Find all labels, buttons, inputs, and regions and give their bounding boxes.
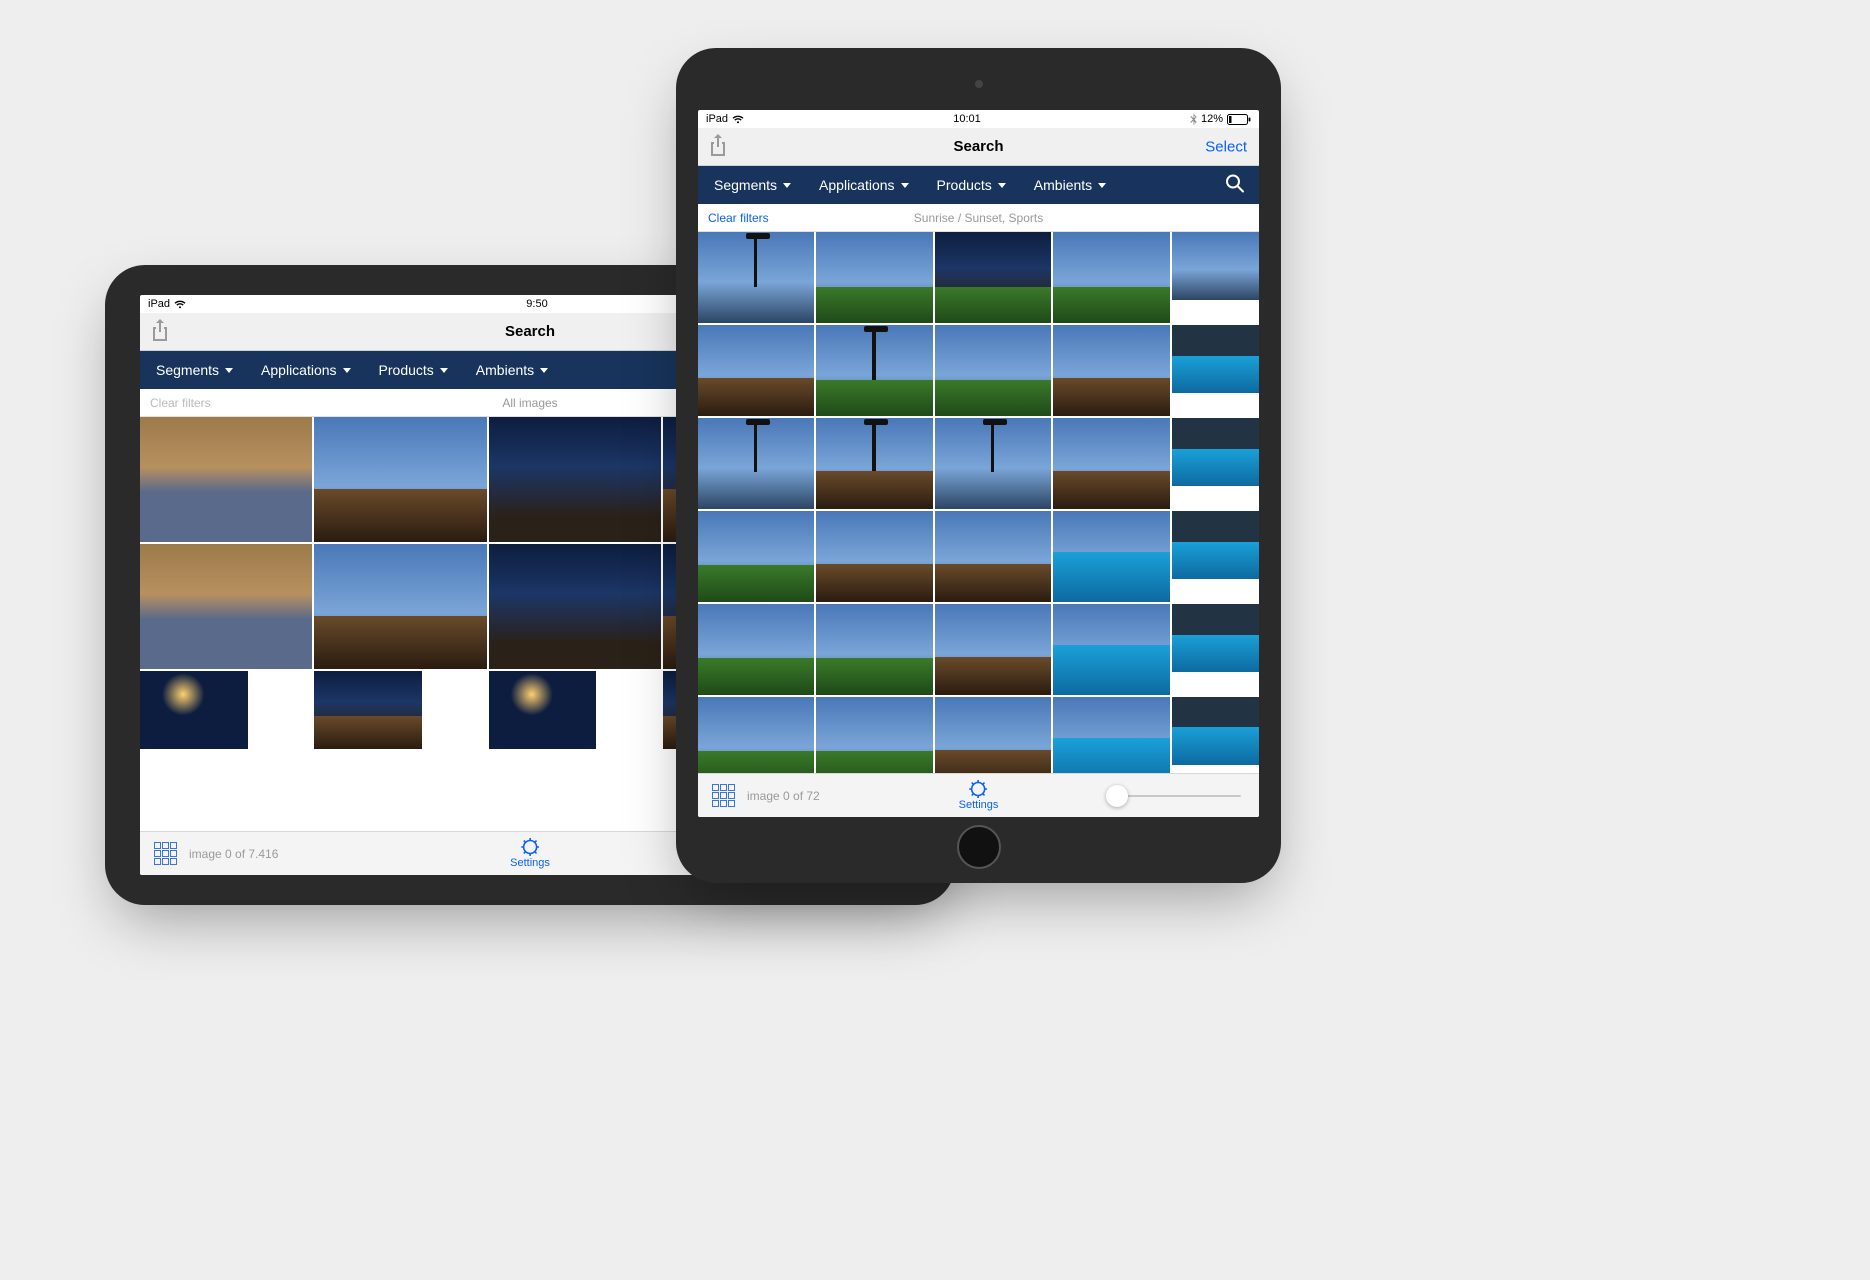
grid-image[interactable] xyxy=(935,418,1051,509)
screen-portrait: iPad 10:01 12% Search Select Segments xyxy=(698,110,1259,817)
clock: 10:01 xyxy=(953,113,981,125)
settings-label: Settings xyxy=(959,799,999,811)
battery-icon xyxy=(1227,114,1251,125)
share-icon[interactable] xyxy=(150,318,170,346)
image-grid xyxy=(698,232,1259,773)
grid-image[interactable] xyxy=(489,417,661,542)
nav-bar: Search Select xyxy=(698,128,1259,166)
clear-filters-button[interactable]: Clear filters xyxy=(150,396,211,410)
grid-image[interactable] xyxy=(935,325,1051,416)
bottom-toolbar: image 0 of 72 Settings xyxy=(698,773,1259,817)
chevron-down-icon xyxy=(440,368,448,373)
grid-image[interactable] xyxy=(816,418,932,509)
grid-image[interactable] xyxy=(314,671,422,749)
grid-image[interactable] xyxy=(816,697,932,773)
zoom-slider[interactable] xyxy=(1111,795,1241,797)
filter-applications[interactable]: Applications xyxy=(261,362,351,378)
grid-image[interactable] xyxy=(1172,418,1259,486)
settings-button[interactable]: Settings xyxy=(959,780,999,811)
grid-image[interactable] xyxy=(489,671,597,749)
grid-image[interactable] xyxy=(698,325,814,416)
grid-image[interactable] xyxy=(1053,511,1169,602)
settings-button[interactable]: Settings xyxy=(510,838,550,869)
grid-size-icon[interactable] xyxy=(154,842,177,865)
grid-image[interactable] xyxy=(1053,325,1169,416)
grid-image[interactable] xyxy=(314,544,486,669)
filter-applications[interactable]: Applications xyxy=(819,177,909,193)
gear-icon xyxy=(521,838,539,856)
applied-filters-bar: Clear filters Sunrise / Sunset, Sports xyxy=(698,204,1259,232)
grid-image[interactable] xyxy=(1172,511,1259,579)
grid-image[interactable] xyxy=(698,418,814,509)
grid-image[interactable] xyxy=(1053,604,1169,695)
home-button[interactable] xyxy=(957,825,1001,869)
search-icon[interactable] xyxy=(1225,174,1245,197)
front-camera xyxy=(975,80,983,88)
device-label: iPad xyxy=(706,113,728,125)
grid-size-icon[interactable] xyxy=(712,784,735,807)
grid-image[interactable] xyxy=(935,697,1051,773)
bluetooth-icon xyxy=(1190,114,1197,125)
grid-image[interactable] xyxy=(1053,232,1169,323)
grid-image[interactable] xyxy=(816,604,932,695)
select-button[interactable]: Select xyxy=(1205,138,1247,155)
filter-ambients[interactable]: Ambients xyxy=(1034,177,1106,193)
grid-image[interactable] xyxy=(140,544,312,669)
chevron-down-icon xyxy=(783,183,791,188)
grid-image[interactable] xyxy=(1053,418,1169,509)
status-bar: iPad 10:01 12% xyxy=(698,110,1259,128)
grid-image[interactable] xyxy=(1172,604,1259,672)
grid-image[interactable] xyxy=(935,232,1051,323)
image-counter: image 0 of 7.416 xyxy=(189,847,278,861)
share-icon[interactable] xyxy=(708,133,728,161)
applied-filters-text: All images xyxy=(502,396,557,410)
grid-image[interactable] xyxy=(1172,697,1259,765)
filter-products[interactable]: Products xyxy=(937,177,1006,193)
grid-image[interactable] xyxy=(140,671,248,749)
wifi-icon xyxy=(732,115,744,124)
chevron-down-icon xyxy=(998,183,1006,188)
filter-products[interactable]: Products xyxy=(379,362,448,378)
grid-image[interactable] xyxy=(698,232,814,323)
grid-image[interactable] xyxy=(698,511,814,602)
slider-knob[interactable] xyxy=(1106,785,1128,807)
grid-image[interactable] xyxy=(816,325,932,416)
page-title: Search xyxy=(953,138,1003,155)
image-counter: image 0 of 72 xyxy=(747,789,820,803)
filter-bar: Segments Applications Products Ambients xyxy=(698,166,1259,204)
chevron-down-icon xyxy=(225,368,233,373)
grid-image[interactable] xyxy=(1172,325,1259,393)
battery-percent: 12% xyxy=(1201,113,1223,125)
tablet-portrait: iPad 10:01 12% Search Select Segments xyxy=(676,48,1281,883)
chevron-down-icon xyxy=(540,368,548,373)
grid-image[interactable] xyxy=(935,604,1051,695)
filter-segments[interactable]: Segments xyxy=(156,362,233,378)
chevron-down-icon xyxy=(901,183,909,188)
filter-segments[interactable]: Segments xyxy=(714,177,791,193)
wifi-icon xyxy=(174,300,186,309)
chevron-down-icon xyxy=(1098,183,1106,188)
chevron-down-icon xyxy=(343,368,351,373)
clear-filters-button[interactable]: Clear filters xyxy=(708,211,769,225)
grid-image[interactable] xyxy=(698,697,814,773)
grid-image[interactable] xyxy=(698,604,814,695)
grid-image[interactable] xyxy=(816,511,932,602)
grid-image[interactable] xyxy=(1172,232,1259,300)
gear-icon xyxy=(970,780,988,798)
grid-image[interactable] xyxy=(489,544,661,669)
grid-image[interactable] xyxy=(816,232,932,323)
grid-image[interactable] xyxy=(935,511,1051,602)
filter-ambients[interactable]: Ambients xyxy=(476,362,548,378)
applied-filters-text: Sunrise / Sunset, Sports xyxy=(914,211,1043,225)
clock: 9:50 xyxy=(526,298,547,310)
page-title: Search xyxy=(505,323,555,340)
grid-image[interactable] xyxy=(1053,697,1169,773)
device-label: iPad xyxy=(148,298,170,310)
settings-label: Settings xyxy=(510,857,550,869)
grid-image[interactable] xyxy=(140,417,312,542)
grid-image[interactable] xyxy=(314,417,486,542)
